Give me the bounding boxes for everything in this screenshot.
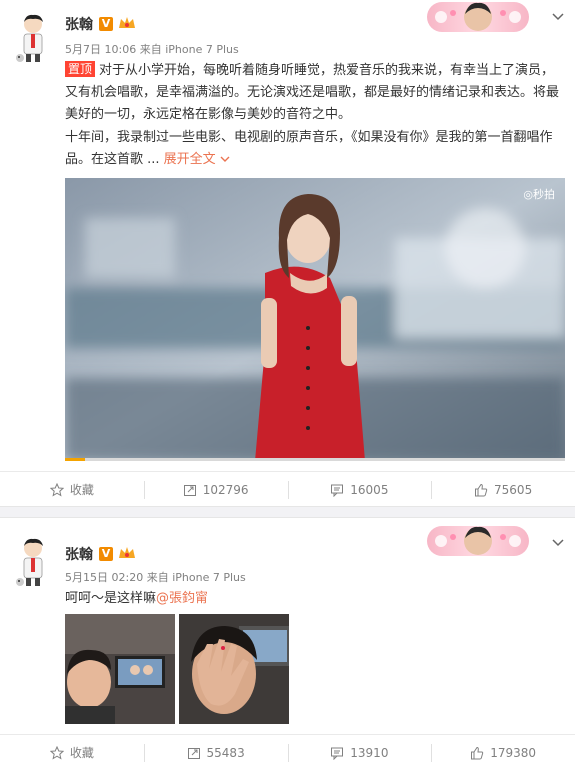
avatar[interactable] — [12, 536, 54, 588]
post-paragraph-2: 十年间，我录制过一些电影、电视剧的原声音乐，《如果没有你》是我的第一首翻唱作品。… — [65, 130, 553, 167]
author-name[interactable]: 张翰 — [65, 14, 93, 34]
repost-button[interactable]: 55483 — [143, 735, 288, 769]
post-meta: 5月7日 10:06 来自 iPhone 7 Plus — [65, 41, 239, 57]
star-icon — [49, 482, 64, 497]
favorite-button[interactable]: 收藏 — [0, 472, 144, 507]
crown-icon — [119, 17, 135, 28]
like-icon — [475, 483, 488, 496]
fan-banner[interactable] — [427, 2, 529, 32]
video-progress-bar[interactable] — [65, 458, 565, 461]
fan-banner[interactable] — [427, 526, 529, 556]
photo-thumbnail-1[interactable] — [65, 614, 175, 724]
crown-icon — [119, 547, 135, 558]
post-meta: 5月15日 02:20 来自 iPhone 7 Plus — [65, 569, 246, 585]
repost-button[interactable]: 102796 — [143, 472, 288, 507]
weibo-post: 张翰 V 5月7日 10:06 来自 iPhone 7 Plus 置顶 对于从小学… — [0, 0, 575, 506]
source-prefix: 来自 — [139, 43, 162, 56]
video-progress-fill — [65, 458, 85, 461]
star-icon — [49, 745, 64, 760]
avatar[interactable] — [12, 12, 54, 64]
video-player[interactable]: ◎秒拍 — [65, 178, 565, 461]
post-source[interactable]: iPhone 7 Plus — [172, 571, 246, 584]
source-prefix: 来自 — [146, 571, 169, 584]
comment-icon — [331, 747, 344, 760]
favorite-button[interactable]: 收藏 — [0, 735, 144, 769]
comment-icon — [331, 484, 344, 497]
weibo-post: 张翰 V 5月15日 02:20 来自 iPhone 7 Plus 呵呵～是这样… — [0, 518, 575, 769]
pinned-badge: 置顶 — [65, 61, 96, 77]
feed-divider — [0, 506, 575, 518]
expand-full-text-link[interactable]: 展开全文 — [164, 152, 230, 167]
post-text: 置顶 对于从小学开始，每晚听着随身听睡觉，热爱音乐的我来说，有幸当上了演员，又有机… — [65, 60, 565, 126]
post-body: 呵呵～是这样嘛 — [65, 591, 157, 606]
verified-badge: V — [99, 17, 113, 31]
video-watermark: ◎秒拍 — [523, 188, 555, 201]
repost-icon — [187, 747, 200, 759]
repost-icon — [183, 484, 196, 496]
photo-thumbnail-2[interactable] — [179, 614, 289, 724]
post-time[interactable]: 5月7日 10:06 — [65, 43, 136, 56]
post-paragraph-1: 对于从小学开始，每晚听着随身听睡觉，热爱音乐的我来说，有幸当上了演员，又有机会唱… — [65, 63, 560, 122]
like-icon — [471, 746, 484, 759]
action-bar: 收藏 55483 13910 179380 — [0, 734, 575, 769]
verified-badge: V — [99, 547, 113, 561]
comment-button[interactable]: 13910 — [287, 735, 432, 769]
expand-chevron-icon — [220, 156, 230, 162]
like-button[interactable]: 179380 — [431, 735, 575, 769]
post-source[interactable]: iPhone 7 Plus — [165, 43, 239, 56]
action-bar: 收藏 102796 16005 75605 — [0, 471, 575, 507]
chevron-down-icon[interactable] — [552, 13, 564, 21]
like-button[interactable]: 75605 — [431, 472, 575, 507]
mention-link[interactable]: @張鈞甯 — [156, 591, 208, 606]
author-name[interactable]: 张翰 — [65, 544, 93, 564]
chevron-down-icon[interactable] — [552, 539, 564, 547]
post-text: 呵呵～是这样嘛@張鈞甯 — [65, 588, 565, 610]
post-time[interactable]: 5月15日 02:20 — [65, 571, 143, 584]
comment-button[interactable]: 16005 — [287, 472, 432, 507]
post-text-2: 十年间，我录制过一些电影、电视剧的原声音乐，《如果没有你》是我的第一首翻唱作品。… — [65, 127, 565, 171]
